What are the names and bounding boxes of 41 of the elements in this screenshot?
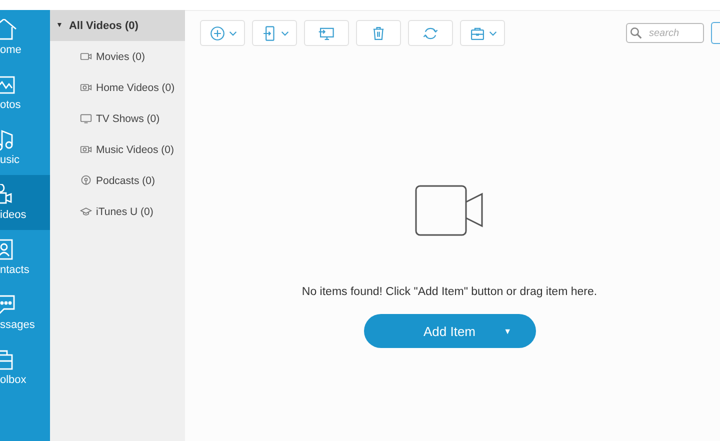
cap-icon xyxy=(80,206,92,217)
podcast-icon xyxy=(80,175,92,186)
nav-item[interactable]: ideos xyxy=(0,175,50,230)
to-pc-button[interactable] xyxy=(304,20,349,46)
category-item[interactable]: iTunes U (0) xyxy=(50,196,185,227)
delete-button[interactable] xyxy=(356,20,401,46)
video-icon xyxy=(80,51,92,62)
phone-icon xyxy=(260,24,278,42)
plus-icon xyxy=(208,24,226,42)
category-item[interactable]: Home Videos (0) xyxy=(50,72,185,103)
video-icon xyxy=(80,82,92,93)
add-item-button[interactable]: Add Item ▼ xyxy=(364,314,536,348)
video-icon xyxy=(80,144,92,155)
tv-icon xyxy=(80,113,92,124)
nav-item[interactable]: otos xyxy=(0,65,50,120)
messages-icon xyxy=(0,294,15,316)
nav-item[interactable]: olbox xyxy=(0,340,50,395)
contacts-icon xyxy=(0,239,13,261)
empty-message: No items found! Click "Add Item" button or drag item here. xyxy=(302,286,598,298)
chevron-icon xyxy=(280,30,288,36)
photos-icon xyxy=(0,74,15,96)
chevron-icon xyxy=(228,30,236,36)
home-icon xyxy=(0,19,17,41)
videos-icon xyxy=(0,184,12,206)
category-item[interactable]: TV Shows (0) xyxy=(50,103,185,134)
refresh-button[interactable] xyxy=(408,20,453,46)
nav-item[interactable]: ntacts xyxy=(0,230,50,285)
toolbox-button[interactable] xyxy=(460,20,505,46)
export-button[interactable] xyxy=(252,20,297,46)
nav-item[interactable]: ssages xyxy=(0,285,50,340)
nav-item[interactable]: usic xyxy=(0,120,50,175)
video-camera-icon xyxy=(414,185,484,237)
category-item[interactable]: Music Videos (0) xyxy=(50,134,185,165)
search-field[interactable]: search xyxy=(626,23,704,43)
nav-item[interactable]: ome xyxy=(0,10,50,65)
category-item[interactable]: Podcasts (0) xyxy=(50,165,185,196)
toolbox-icon xyxy=(0,349,13,371)
add-button[interactable] xyxy=(200,20,245,46)
search-icon xyxy=(630,27,642,39)
chevron-icon xyxy=(488,30,496,36)
category-item[interactable]: Movies (0) xyxy=(50,41,185,72)
